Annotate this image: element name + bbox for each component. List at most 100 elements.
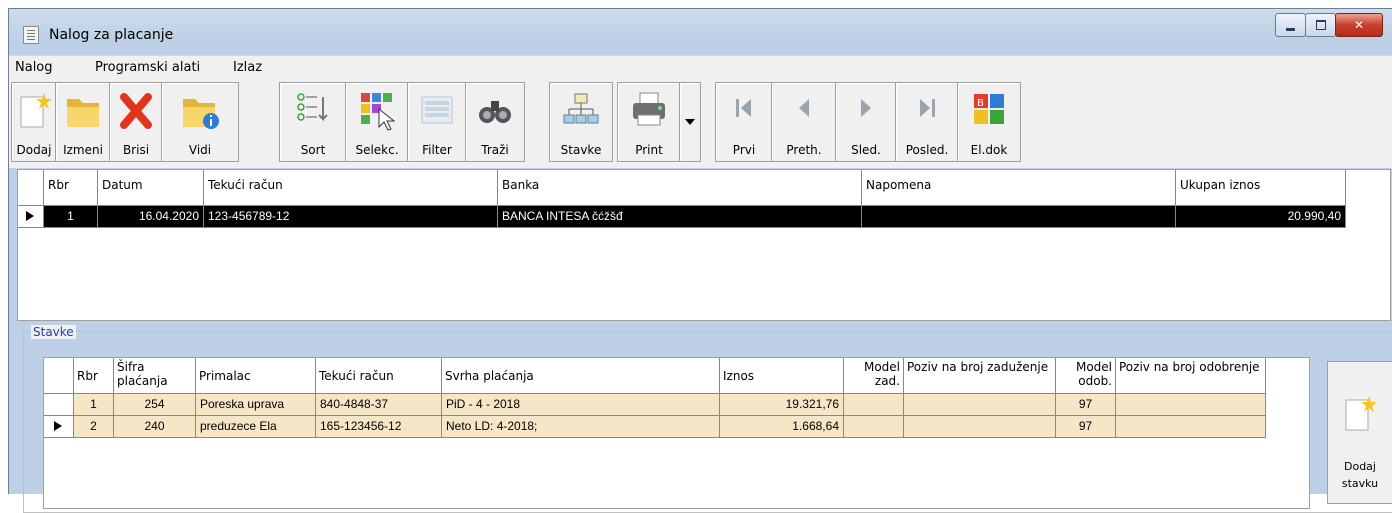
print-button[interactable]: Print [617,82,681,162]
izmeni-label: Izmeni [63,143,103,157]
dodaj-stavku-button[interactable]: Dodaj stavku [1327,361,1392,504]
prvi-button[interactable]: Prvi [715,82,773,162]
sort-label: Sort [300,143,326,157]
cell-rbr[interactable]: 2 [74,416,114,438]
folder-info-icon [183,99,219,129]
next-record-icon [861,99,871,117]
cell-ukupan-iznos[interactable]: 20.990,40 [1176,206,1346,228]
menu-programski-alati[interactable]: Programski alati [95,60,200,75]
stavke-label: Stavke [560,143,602,157]
maximize-button[interactable] [1305,13,1336,37]
cell-napomena[interactable] [862,206,1176,228]
vidi-button[interactable]: Vidi [161,82,239,162]
column-header-poziv-zad[interactable]: Poziv na broj zaduženje [904,358,1056,394]
row-indicator [44,394,74,416]
stavke-grid[interactable]: Rbr Šifra plaćanja Primalac Tekući račun… [43,357,1310,509]
cell-model-odob[interactable]: 97 [1056,394,1116,416]
table-row[interactable]: 1 254 Poreska uprava 840-4848-37 PiD - 4… [44,394,1266,416]
brisi-label: Brisi [122,143,150,157]
eldok-label: El.dok [970,143,1008,157]
cell-primalac[interactable]: Poreska uprava [196,394,316,416]
chevron-down-icon [685,119,695,125]
cell-tekuci-racun[interactable]: 123-456789-12 [204,206,498,228]
column-header-primalac[interactable]: Primalac [196,358,316,394]
sort-button[interactable]: Sort [279,82,347,162]
folder-icon [67,99,99,127]
sled-label: Sled. [851,143,881,157]
svg-text:B: B [977,98,984,109]
cell-banka[interactable]: BANCA INTESA čćžšđ [498,206,862,228]
column-header-model-odob[interactable]: Model odob. [1056,358,1116,394]
cell-iznos[interactable]: 1.668,64 [720,416,844,438]
cell-iznos[interactable]: 19.321,76 [720,394,844,416]
menu-izlaz[interactable]: Izlaz [233,60,262,75]
maximize-icon [1315,20,1326,30]
toolbar: Dodaj Izmeni Brisi Vidi Sort Selekc. Fil… [9,78,1392,168]
new-document-icon [20,93,51,128]
column-header-poziv-odob[interactable]: Poziv na broj odobrenje [1116,358,1266,394]
column-header-sifra-placanja[interactable]: Šifra plaćanja [114,358,196,394]
cell-model-zad[interactable] [844,416,904,438]
dodaj-button[interactable]: Dodaj [11,82,57,162]
cell-svrha[interactable]: Neto LD: 4-2018; [442,416,720,438]
eldok-button[interactable]: B El.dok [957,82,1021,162]
cell-sifra[interactable]: 240 [114,416,196,438]
current-row-arrow-icon [54,421,62,431]
cell-rbr[interactable]: 1 [44,206,98,228]
cell-tekuci-racun[interactable]: 165-123456-12 [316,416,442,438]
cell-poziv-odob[interactable] [1116,416,1266,438]
filter-icon [421,96,453,124]
filter-button[interactable]: Filter [407,82,467,162]
selection-icon [361,93,395,131]
column-header-tekuci-racun[interactable]: Tekući račun [204,170,498,206]
preth-button[interactable]: Preth. [771,82,837,162]
stavke-group-title: Stavke [31,325,76,339]
izmeni-button[interactable]: Izmeni [55,82,111,162]
print-label: Print [635,143,663,157]
stavke-button[interactable]: Stavke [549,82,613,162]
column-header-model-zad[interactable]: Model zad. [844,358,904,394]
cell-datum[interactable]: 16.04.2020 [98,206,204,228]
cell-model-zad[interactable] [844,394,904,416]
column-header-ukupan-iznos[interactable]: Ukupan iznos [1176,170,1346,206]
column-header-tekuci-racun[interactable]: Tekući račun [316,358,442,394]
sled-button[interactable]: Sled. [835,82,897,162]
window-title: Nalog za placanje [49,27,174,43]
document-icon [23,26,39,44]
hierarchy-icon [563,93,599,124]
selekc-button[interactable]: Selekc. [345,82,409,162]
column-header-napomena[interactable]: Napomena [862,170,1176,206]
brisi-button[interactable]: Brisi [109,82,163,162]
menu-nalog[interactable]: Nalog [15,60,53,75]
column-header-iznos[interactable]: Iznos [720,358,844,394]
app-window: Nalog za placanje ✕ Nalog Programski ala… [8,8,1392,513]
row-indicator [44,416,74,438]
close-button[interactable]: ✕ [1335,13,1383,37]
minimize-button[interactable] [1275,13,1306,37]
cell-poziv-zad[interactable] [904,416,1056,438]
cell-svrha[interactable]: PiD - 4 - 2018 [442,394,720,416]
nalozi-grid[interactable]: Rbr Datum Tekući račun Banka Napomena Uk… [17,169,1391,321]
cell-rbr[interactable]: 1 [74,394,114,416]
posled-button[interactable]: Posled. [895,82,959,162]
electronic-document-icon: B [974,94,1004,124]
cell-tekuci-racun[interactable]: 840-4848-37 [316,394,442,416]
binoculars-icon [479,101,511,123]
column-header-rbr[interactable]: Rbr [44,170,98,206]
column-header-rbr[interactable]: Rbr [74,358,114,394]
trazi-button[interactable]: Traži [465,82,525,162]
column-header-datum[interactable]: Datum [98,170,204,206]
cell-poziv-zad[interactable] [904,394,1056,416]
cell-poziv-odob[interactable] [1116,394,1266,416]
table-row[interactable]: 1 16.04.2020 123-456789-12 BANCA INTESA … [18,206,1346,228]
column-header-svrha-placanja[interactable]: Svrha plaćanja [442,358,720,394]
cell-model-odob[interactable]: 97 [1056,416,1116,438]
cell-primalac[interactable]: preduzece Ela [196,416,316,438]
column-header-banka[interactable]: Banka [498,170,862,206]
cell-sifra[interactable]: 254 [114,394,196,416]
new-document-icon [1345,396,1377,431]
print-dropdown-button[interactable] [679,82,701,162]
filter-label: Filter [422,143,452,157]
table-row[interactable]: 2 240 preduzece Ela 165-123456-12 Neto L… [44,416,1266,438]
preth-label: Preth. [786,143,822,157]
